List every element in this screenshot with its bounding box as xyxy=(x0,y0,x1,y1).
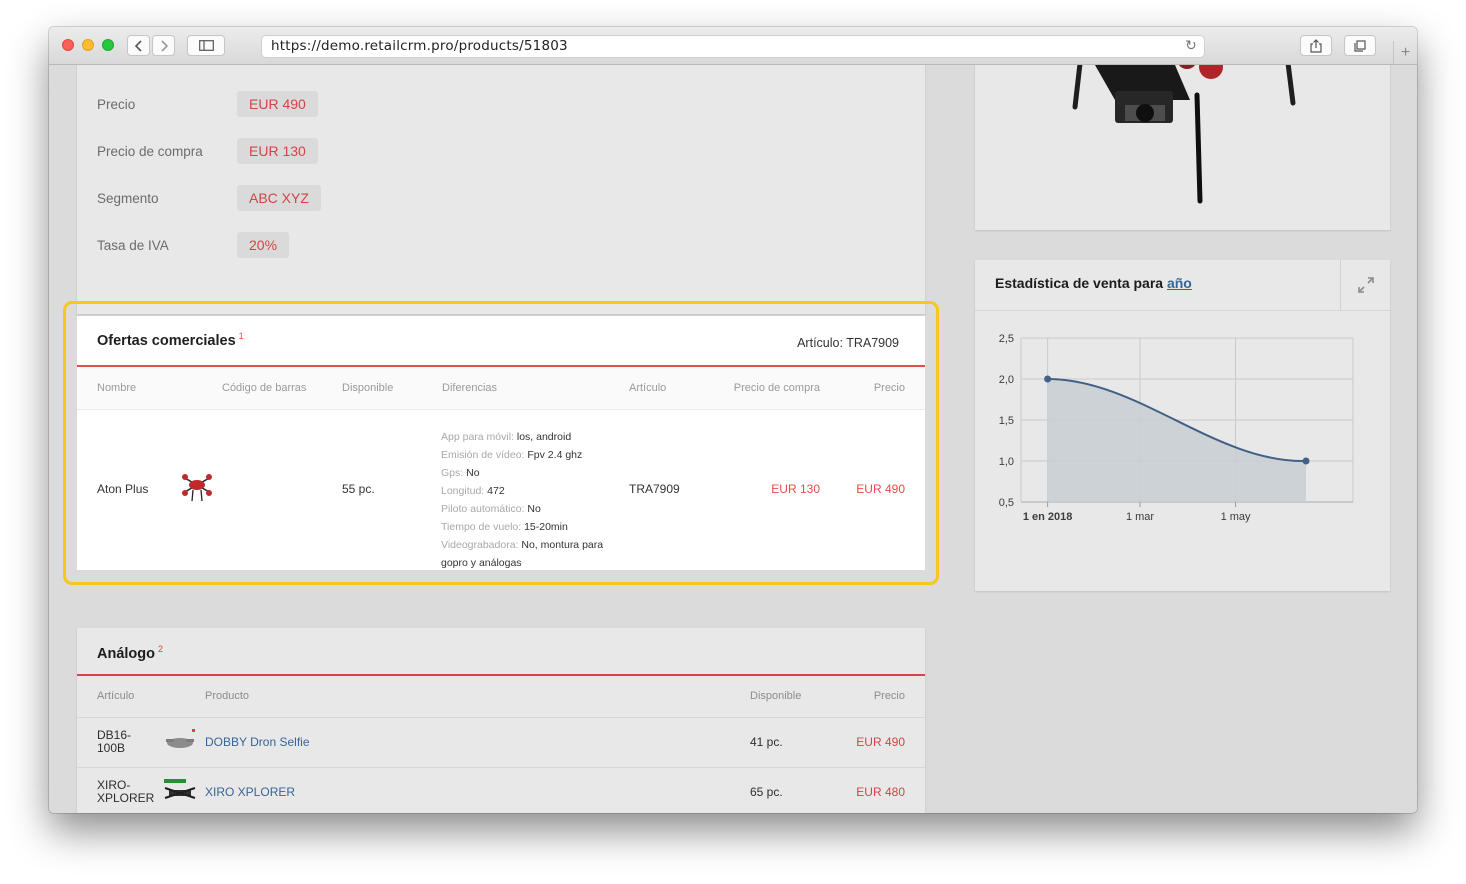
chart-title-text: Estadística de venta para xyxy=(995,275,1164,291)
article-line: XPLORER xyxy=(97,791,155,805)
field-value: EUR 130 xyxy=(237,138,318,164)
article-line: DB16- xyxy=(97,728,132,742)
drone-image xyxy=(1072,65,1296,204)
x-tick-label: 1 mar xyxy=(1126,511,1154,523)
page-content: Precio EUR 490 Precio de compra EUR 130 … xyxy=(49,65,1417,813)
address-bar[interactable]: https://demo.retailcrm.pro/products/5180… xyxy=(261,35,1205,58)
product-thumbnail xyxy=(164,779,196,799)
tabs-overview-button[interactable] xyxy=(1344,35,1376,56)
field-value: ABC XYZ xyxy=(237,185,321,211)
reload-icon[interactable]: ↻ xyxy=(1185,36,1197,57)
analog-available: 41 pc. xyxy=(750,735,783,749)
url-text: https://demo.retailcrm.pro/products/5180… xyxy=(271,38,568,54)
table-row: DB16- 100B DOBBY Dron Selfie 41 pc. EUR 4… xyxy=(77,718,925,768)
y-tick-label: 1,5 xyxy=(999,415,1014,427)
x-tick-label: 1 en 2018 xyxy=(1023,511,1073,523)
new-tab-button[interactable]: + xyxy=(1393,41,1417,65)
data-point xyxy=(1302,457,1310,465)
article-line: 100B xyxy=(97,741,126,755)
sales-chart: 2,5 2,0 1,5 1,0 0,5 1 en 2018 1 mar 1 may xyxy=(999,333,1354,523)
analogs-count-badge: 2 xyxy=(158,644,164,654)
zoom-window-button[interactable] xyxy=(102,39,114,51)
field-vat-rate: Tasa de IVA 20% xyxy=(97,231,290,259)
column-header-available: Disponible xyxy=(750,690,802,702)
y-tick-label: 2,0 xyxy=(999,374,1014,386)
back-button[interactable] xyxy=(127,35,150,56)
x-tick-label: 1 may xyxy=(1221,511,1251,523)
minimize-window-button[interactable] xyxy=(82,39,94,51)
analog-price: EUR 480 xyxy=(856,785,905,799)
field-price: Precio EUR 490 xyxy=(97,90,318,118)
field-segment: Segmento ABC XYZ xyxy=(97,184,321,212)
forward-button[interactable] xyxy=(152,35,175,56)
table-row: XIRO- XPLORER XIRO XPLORER 65 pc. EUR 480 xyxy=(77,768,925,813)
analog-article: XIRO- XPLORER xyxy=(97,779,154,805)
field-label: Tasa de IVA xyxy=(97,237,169,253)
analogs-title-text: Análogo xyxy=(97,645,155,662)
period-link[interactable]: año xyxy=(1167,275,1192,291)
browser-toolbar: https://demo.retailcrm.pro/products/5180… xyxy=(49,27,1417,65)
tabs-icon xyxy=(1354,39,1366,52)
analogs-header-line xyxy=(77,674,925,676)
product-thumbnail xyxy=(166,729,195,748)
sidebar-toggle-button[interactable] xyxy=(187,35,225,56)
analog-article: DB16- 100B xyxy=(97,729,131,755)
analog-product-link[interactable]: XIRO XPLORER xyxy=(205,785,295,799)
expand-icon xyxy=(1357,277,1374,293)
plus-icon: + xyxy=(1400,44,1411,61)
analog-price: EUR 490 xyxy=(856,735,905,749)
column-header-product: Producto xyxy=(205,690,250,702)
y-tick-label: 1,0 xyxy=(999,456,1014,468)
product-info-card: Precio EUR 490 Precio de compra EUR 130 … xyxy=(77,65,925,314)
y-tick-label: 0,5 xyxy=(999,497,1014,509)
share-button[interactable] xyxy=(1300,35,1332,56)
field-value: 20% xyxy=(237,232,290,258)
field-purchase-price: Precio de compra EUR 130 xyxy=(97,137,318,165)
analog-available: 65 pc. xyxy=(750,785,783,799)
article-line: XIRO- xyxy=(97,778,131,792)
close-window-button[interactable] xyxy=(62,39,74,51)
field-value: EUR 490 xyxy=(237,91,318,117)
analogs-title: Análogo 2 xyxy=(97,644,163,662)
expand-chart-button[interactable] xyxy=(1340,260,1390,310)
analogs-card: Análogo 2 Artículo Producto Disponible Pr… xyxy=(77,628,925,813)
field-label: Precio xyxy=(97,96,136,112)
column-header-price: Precio xyxy=(873,690,905,702)
browser-window: https://demo.retailcrm.pro/products/5180… xyxy=(49,27,1417,813)
share-icon xyxy=(1310,38,1322,53)
chevron-left-icon xyxy=(134,39,142,52)
column-header-article: Artículo xyxy=(97,690,135,702)
data-point xyxy=(1044,375,1052,383)
field-label: Segmento xyxy=(97,190,159,206)
series-area xyxy=(1047,379,1307,502)
product-image-card xyxy=(975,65,1390,230)
sidebar-icon xyxy=(198,40,214,51)
field-label: Precio de compra xyxy=(97,143,203,159)
chart-header-divider xyxy=(975,310,1390,311)
y-tick-label: 2,5 xyxy=(999,333,1014,345)
highlight-frame xyxy=(63,301,939,585)
analog-product-link[interactable]: DOBBY Dron Selfie xyxy=(205,735,310,749)
chart-title: Estadística de venta para año xyxy=(995,275,1192,291)
sales-stats-card: Estadística de venta para año 2,5 2,0 1,5 1… xyxy=(975,260,1390,591)
chevron-right-icon xyxy=(160,39,168,52)
